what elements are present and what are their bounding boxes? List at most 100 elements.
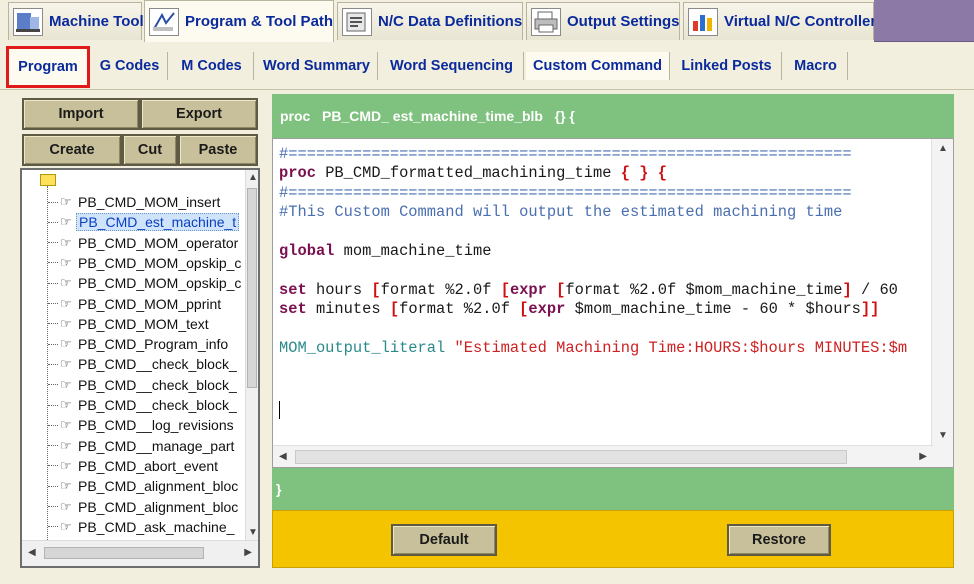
- tree-vertical-scroll-thumb[interactable]: [247, 188, 257, 388]
- tree-item[interactable]: ☞ PB_CMD__manage_part: [48, 436, 236, 456]
- custom-command-tree[interactable]: ☞ PB_CMD_MOM_insert ☞ PB_CMD_est_machine_t ☞…: [20, 168, 260, 568]
- import-button[interactable]: Import: [22, 98, 140, 130]
- tree-item[interactable]: ☞ PB_CMD_MOM_insert: [48, 192, 222, 212]
- subtab-custom-command[interactable]: Custom Command: [526, 52, 670, 80]
- tree-item[interactable]: ☞ PB_CMD_ask_machine_: [48, 517, 236, 537]
- tree-item[interactable]: ☞ PB_CMD_MOM_text: [48, 314, 211, 334]
- tab-output-settings[interactable]: Output Settings: [526, 2, 680, 40]
- printer-icon: [531, 7, 561, 36]
- bar-chart-icon: [688, 7, 718, 36]
- paste-button[interactable]: Paste: [178, 134, 258, 166]
- tree-item[interactable]: ☞ PB_CMD_MOM_pprint: [48, 294, 223, 314]
- code-token: PB_CMD_formatted_machining_time: [315, 164, 621, 183]
- subtab-macro[interactable]: Macro: [784, 52, 848, 80]
- tree-item-label: PB_CMD_MOM_opskip_c: [78, 275, 242, 292]
- tree-vertical-scrollbar[interactable]: ▲ ▼: [245, 170, 258, 540]
- pointing-hand-icon: ☞: [60, 498, 72, 514]
- tab-machine-tool[interactable]: Machine Tool: [8, 2, 144, 40]
- pointing-hand-icon: ☞: [60, 275, 72, 291]
- code-line: #This Custom Command will output the est…: [279, 203, 929, 222]
- tree-branch-line: [48, 485, 58, 487]
- scroll-left-icon[interactable]: ◀: [28, 547, 36, 558]
- pointing-hand-icon: ☞: [60, 457, 72, 473]
- tree-item[interactable]: ☞ PB_CMD__log_revisions: [48, 415, 236, 435]
- editor-scroll-left-icon[interactable]: ◀: [279, 451, 287, 462]
- tree-horizontal-scroll-thumb[interactable]: [44, 547, 204, 559]
- tab-virtual-nc-controller[interactable]: Virtual N/C Controller: [683, 2, 876, 40]
- code-token: "Estimated Machining Time:HOURS:$hours M…: [454, 338, 908, 357]
- scroll-right-icon[interactable]: ▶: [244, 547, 252, 558]
- tree-item[interactable]: ☞ PB_CMD_MOM_operator: [48, 233, 240, 253]
- tree-item-label: PB_CMD_ask_machine_: [78, 518, 235, 535]
- program-toolpath-icon: [149, 7, 179, 36]
- tree-item[interactable]: ☞ PB_CMD_MOM_opskip_c: [48, 273, 243, 293]
- subtab-linked-posts[interactable]: Linked Posts: [672, 52, 782, 80]
- tree-item-label: PB_CMD__check_block_: [78, 376, 237, 393]
- subtab-m-codes[interactable]: M Codes: [170, 52, 254, 80]
- create-button[interactable]: Create: [22, 134, 122, 166]
- code-token: format %2.0f: [380, 280, 501, 299]
- tree-item[interactable]: ☞ PB_CMD_alignment_bloc: [48, 476, 240, 496]
- editor-horizontal-scroll-thumb[interactable]: [295, 450, 847, 464]
- export-button[interactable]: Export: [140, 98, 258, 130]
- code-token: proc: [279, 164, 316, 183]
- code-token: hours: [306, 280, 372, 299]
- default-button[interactable]: Default: [391, 524, 497, 556]
- pointing-hand-icon: ☞: [60, 417, 72, 433]
- tree-item[interactable]: ☞ PB_CMD__check_block_: [48, 375, 239, 395]
- tree-branch-line: [48, 384, 58, 386]
- pointing-hand-icon: ☞: [60, 295, 72, 311]
- tab-program-toolpath[interactable]: Program & Tool Path: [144, 0, 334, 42]
- code-token: format %2.0f $mom_machine_time: [565, 280, 843, 299]
- nc-data-icon: [342, 7, 372, 36]
- subtab-word-sequencing[interactable]: Word Sequencing: [380, 52, 524, 80]
- code-token: [: [371, 280, 381, 299]
- action-bar: Default Restore: [272, 510, 954, 568]
- tree-item[interactable]: ☞ PB_CMD_MOM_opskip_c: [48, 253, 243, 273]
- scroll-down-icon[interactable]: ▼: [248, 527, 258, 538]
- tree-item[interactable]: ☞ PB_CMD_abort_event: [48, 456, 220, 476]
- tab-nc-data-definitions[interactable]: N/C Data Definitions: [337, 2, 523, 40]
- tree-item[interactable]: ☞ PB_CMD__check_block_: [48, 395, 239, 415]
- code-text[interactable]: #=======================================…: [279, 145, 929, 358]
- code-line: [279, 261, 929, 280]
- code-line: [279, 223, 929, 242]
- tree-item-label: PB_CMD_abort_event: [78, 457, 219, 474]
- code-token: #=======================================…: [279, 145, 852, 163]
- tree-item[interactable]: ☞ PB_CMD_alignment_bloc: [48, 497, 240, 517]
- tree-item-label: PB_CMD__check_block_: [78, 356, 237, 373]
- editor-scroll-up-icon[interactable]: ▲: [938, 143, 948, 154]
- tree-content: ☞ PB_CMD_MOM_insert ☞ PB_CMD_est_machine_t ☞…: [22, 170, 248, 540]
- subtab-g-codes[interactable]: G Codes: [92, 52, 168, 80]
- editor-scroll-right-icon[interactable]: ▶: [919, 451, 927, 462]
- code-editor[interactable]: #=======================================…: [272, 138, 954, 468]
- cut-button[interactable]: Cut: [122, 134, 178, 166]
- tree-branch-line: [48, 343, 58, 345]
- tree-branch-line: [48, 303, 58, 304]
- subtab-program[interactable]: Program: [6, 46, 90, 88]
- tree-branch-line: [48, 526, 58, 528]
- tree-horizontal-scrollbar[interactable]: ◀ ▶: [22, 540, 258, 566]
- scroll-up-icon[interactable]: ▲: [248, 172, 258, 183]
- proc-footer: }: [272, 468, 954, 510]
- subtab-word-summary[interactable]: Word Summary: [256, 52, 378, 80]
- editor-horizontal-scrollbar[interactable]: ◀ ▶: [273, 445, 933, 467]
- tree-item-label: PB_CMD_alignment_bloc: [78, 478, 239, 495]
- tree-item-label: PB_CMD_MOM_opskip_c: [78, 254, 242, 271]
- tree-item[interactable]: ☞ PB_CMD__check_block_: [48, 354, 239, 374]
- editor-vertical-scrollbar[interactable]: ▲ ▼: [931, 139, 953, 467]
- tree-branch-line: [48, 262, 58, 264]
- code-token: format %2.0f: [399, 300, 520, 319]
- editor-scroll-down-icon[interactable]: ▼: [938, 430, 948, 441]
- pointing-hand-icon: ☞: [60, 336, 72, 352]
- code-token: expr: [528, 300, 566, 319]
- tree-item[interactable]: ☞ PB_CMD_Program_info: [48, 334, 230, 354]
- tree-branch-line: [48, 424, 58, 426]
- tree-item-label: PB_CMD__manage_part: [78, 437, 235, 454]
- pointing-hand-icon: ☞: [60, 397, 72, 412]
- code-line: set hours [format %2.0f [expr [format %2…: [279, 281, 929, 300]
- restore-button[interactable]: Restore: [727, 524, 831, 556]
- tree-item[interactable]: ☞ PB_CMD_est_machine_t: [48, 212, 240, 232]
- code-token: MOM_output_literal: [279, 338, 446, 357]
